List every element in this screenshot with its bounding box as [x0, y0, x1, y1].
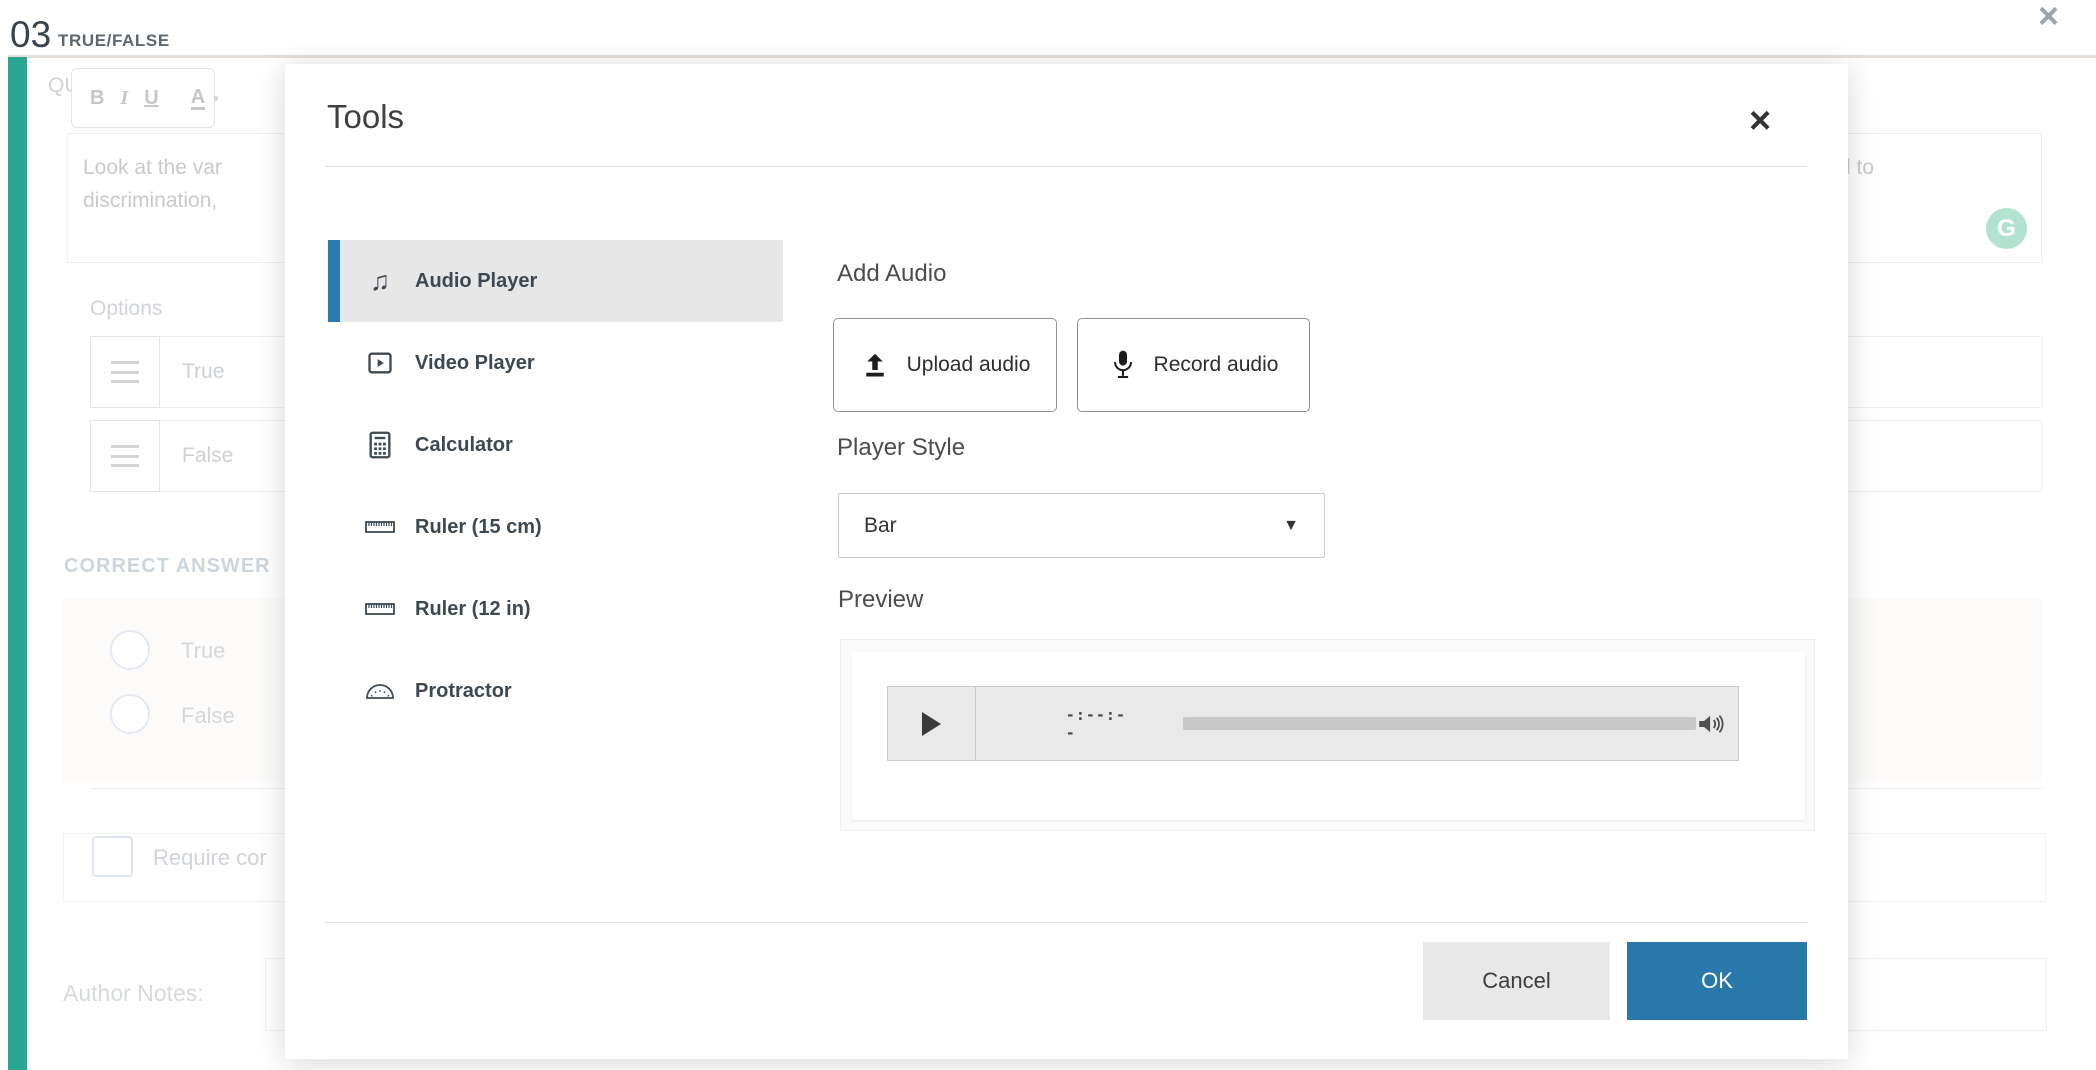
modal-header-divider: [325, 166, 1807, 167]
tools-sidebar: ♫ Audio Player Video Player Calculator: [328, 240, 783, 732]
video-player-icon: [365, 349, 395, 377]
sidebar-item-label: Video Player: [415, 352, 535, 375]
tools-modal: Tools × ♫ Audio Player Video Player Calc…: [285, 64, 1848, 1059]
sidebar-item-label: Calculator: [415, 434, 513, 457]
sidebar-item-label: Ruler (15 cm): [415, 516, 542, 539]
volume-icon[interactable]: [1696, 710, 1728, 738]
question-number: 03: [10, 14, 51, 56]
sidebar-item-label: Ruler (12 in): [415, 598, 531, 621]
chevron-down-icon: ▼: [1283, 517, 1299, 535]
time-display: -:--:--: [1066, 706, 1135, 742]
upload-icon: [860, 350, 890, 380]
modal-close-icon[interactable]: ×: [1749, 102, 1771, 140]
preview-container: -:--:--: [840, 639, 1815, 831]
correct-answer-heading: CORRECT ANSWER: [64, 555, 271, 578]
sidebar-item-label: Protractor: [415, 680, 512, 703]
drag-handle[interactable]: [90, 336, 160, 408]
play-button[interactable]: [888, 687, 976, 760]
require-label: Require cor: [153, 845, 267, 871]
ok-button[interactable]: OK: [1627, 942, 1807, 1020]
play-icon: [922, 712, 941, 736]
text-color-button[interactable]: A: [191, 87, 205, 110]
record-audio-label: Record audio: [1154, 353, 1279, 377]
sidebar-item-video-player[interactable]: Video Player: [328, 322, 783, 404]
radio-true[interactable]: [110, 630, 150, 670]
screen: 03 TRUE/FALSE × QU B I U A ▾ Look at the…: [0, 0, 2096, 1070]
player-style-dropdown[interactable]: Bar ▼: [838, 493, 1325, 558]
radio-true-label: True: [181, 638, 225, 664]
player-style-selected-value: Bar: [864, 514, 897, 538]
add-audio-heading: Add Audio: [837, 260, 946, 288]
sidebar-item-protractor[interactable]: Protractor: [328, 650, 783, 732]
drag-handle[interactable]: [90, 420, 160, 492]
cancel-button[interactable]: Cancel: [1423, 942, 1610, 1020]
ruler-icon: [365, 519, 395, 535]
calculator-icon: [365, 431, 395, 459]
audio-player-bar: -:--:--: [887, 686, 1739, 761]
sidebar-item-ruler-15cm[interactable]: Ruler (15 cm): [328, 486, 783, 568]
card-top-border: [8, 55, 2096, 58]
protractor-icon: [365, 683, 395, 700]
underline-button[interactable]: U: [144, 87, 158, 110]
chevron-down-icon[interactable]: ▾: [213, 92, 219, 105]
radio-false[interactable]: [110, 694, 150, 734]
upload-audio-button[interactable]: Upload audio: [833, 318, 1057, 412]
record-audio-button[interactable]: Record audio: [1077, 318, 1310, 412]
sidebar-item-ruler-12in[interactable]: Ruler (12 in): [328, 568, 783, 650]
page-close-icon[interactable]: ×: [2038, 0, 2059, 34]
drag-handle-icon: [111, 361, 139, 383]
options-heading: Options: [90, 297, 162, 321]
question-text-line1: Look at the var: [83, 156, 222, 180]
sidebar-item-label: Audio Player: [415, 270, 537, 293]
ruler-icon: [365, 601, 395, 617]
music-note-icon: ♫: [365, 268, 395, 295]
microphone-icon: [1109, 349, 1137, 381]
grammarly-icon[interactable]: G: [1986, 208, 2027, 249]
preview-card: -:--:--: [852, 652, 1805, 820]
drag-handle-icon: [111, 445, 139, 467]
card-accent-bar: [8, 57, 27, 1070]
player-style-heading: Player Style: [837, 434, 965, 462]
progress-track[interactable]: [1183, 717, 1696, 730]
modal-title: Tools: [327, 98, 404, 136]
question-type-label: TRUE/FALSE: [58, 31, 170, 51]
modal-footer-divider: [325, 922, 1807, 923]
question-text-line2: discrimination,: [83, 189, 217, 213]
preview-heading: Preview: [838, 586, 923, 614]
require-checkbox[interactable]: [92, 836, 133, 877]
italic-button[interactable]: I: [120, 87, 128, 110]
format-toolbar: B I U A ▾: [71, 68, 215, 128]
question-text-fragment: l to: [1846, 156, 1874, 180]
sidebar-item-audio-player[interactable]: ♫ Audio Player: [328, 240, 783, 322]
author-notes-label: Author Notes:: [63, 980, 204, 1007]
bold-button[interactable]: B: [90, 87, 104, 110]
radio-false-label: False: [181, 703, 235, 729]
upload-audio-label: Upload audio: [907, 353, 1031, 377]
sidebar-item-calculator[interactable]: Calculator: [328, 404, 783, 486]
